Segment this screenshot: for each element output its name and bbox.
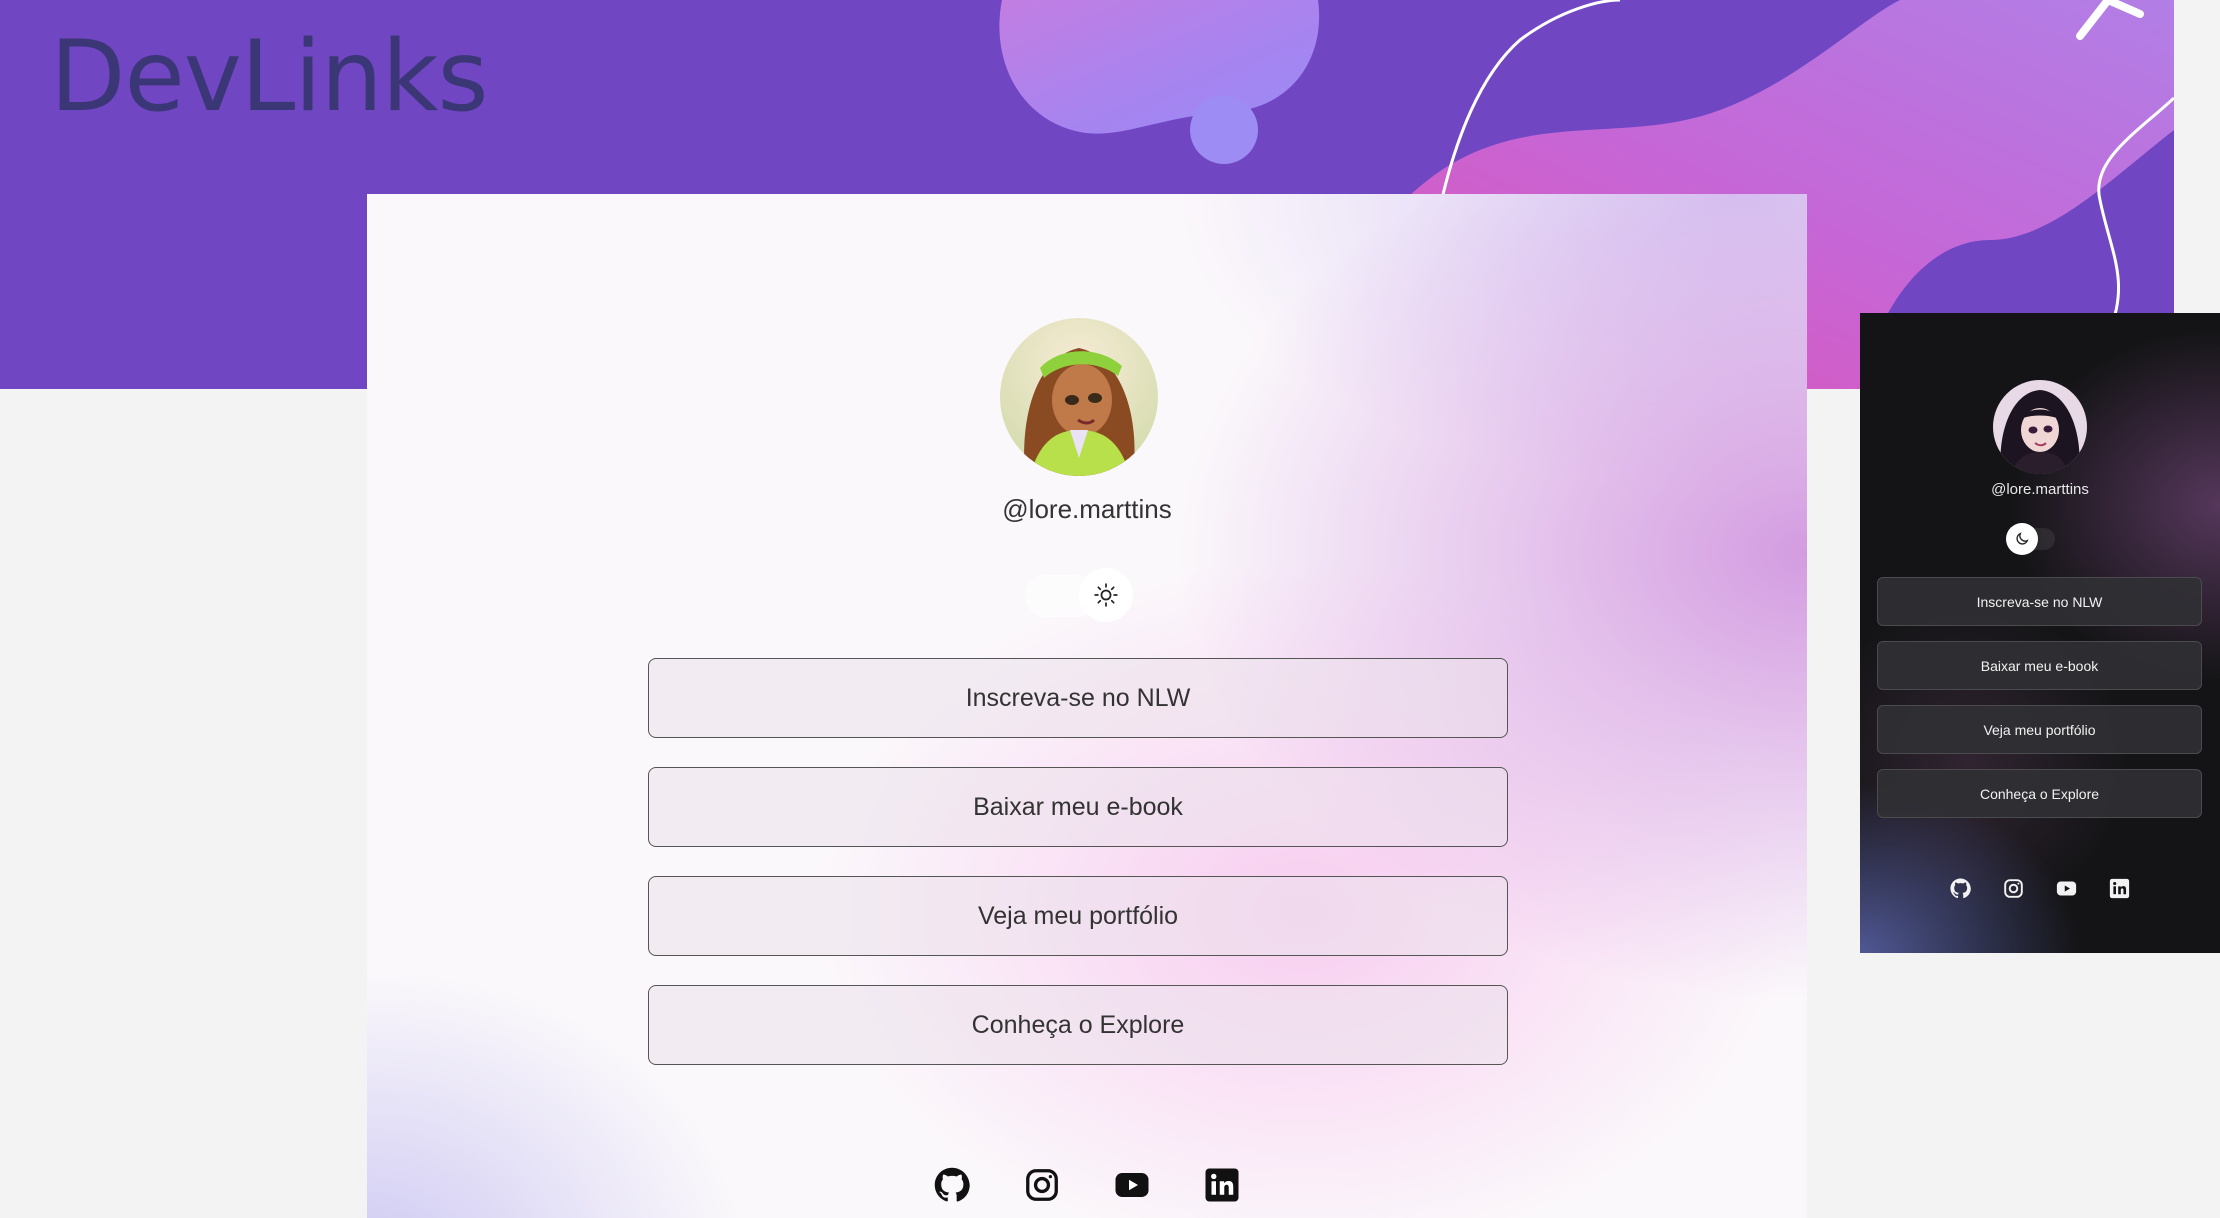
instagram-icon[interactable] bbox=[2003, 878, 2024, 899]
linkedin-icon[interactable] bbox=[1204, 1167, 1240, 1203]
youtube-icon[interactable] bbox=[1114, 1167, 1150, 1203]
sun-icon bbox=[1094, 583, 1118, 607]
profile-avatar-dark bbox=[1993, 380, 2087, 474]
profile-avatar bbox=[1000, 318, 1158, 476]
link-button-portfolio-dark[interactable]: Veja meu portfólio bbox=[1877, 705, 2202, 754]
linkedin-icon[interactable] bbox=[2109, 878, 2130, 899]
theme-switch-knob[interactable] bbox=[1079, 568, 1133, 622]
links-list: Inscreva-se no NLW Baixar meu e-book Vej… bbox=[648, 658, 1510, 1094]
link-button-explore[interactable]: Conheça o Explore bbox=[648, 985, 1508, 1065]
youtube-icon[interactable] bbox=[2056, 878, 2077, 899]
github-icon[interactable] bbox=[934, 1167, 970, 1203]
username-label: @lore.marttins bbox=[1002, 494, 1172, 524]
link-button-nlw-dark[interactable]: Inscreva-se no NLW bbox=[1877, 577, 2202, 626]
link-button-ebook[interactable]: Baixar meu e-book bbox=[648, 767, 1508, 847]
light-theme-preview: @lore.marttins Inscreva-se no NLW Baixar… bbox=[367, 194, 1807, 1218]
moon-icon bbox=[2016, 532, 2029, 545]
link-button-ebook-dark[interactable]: Baixar meu e-book bbox=[1877, 641, 2202, 690]
link-button-portfolio[interactable]: Veja meu portfólio bbox=[648, 876, 1508, 956]
links-list-dark: Inscreva-se no NLW Baixar meu e-book Vej… bbox=[1877, 577, 2202, 833]
instagram-icon[interactable] bbox=[1024, 1167, 1060, 1203]
link-button-nlw[interactable]: Inscreva-se no NLW bbox=[648, 658, 1508, 738]
social-links-dark bbox=[1860, 878, 2220, 899]
devlinks-logo-title: DevLinks bbox=[50, 20, 488, 134]
github-icon[interactable] bbox=[1950, 878, 1971, 899]
dark-theme-preview: @lore.marttins Inscreva-se no NLW Baixar… bbox=[1860, 313, 2220, 953]
link-button-explore-dark[interactable]: Conheça o Explore bbox=[1877, 769, 2202, 818]
username-label-dark: @lore.marttins bbox=[1991, 481, 2089, 498]
theme-switch-knob-dark[interactable] bbox=[2006, 523, 2038, 555]
social-links bbox=[367, 1167, 1807, 1203]
